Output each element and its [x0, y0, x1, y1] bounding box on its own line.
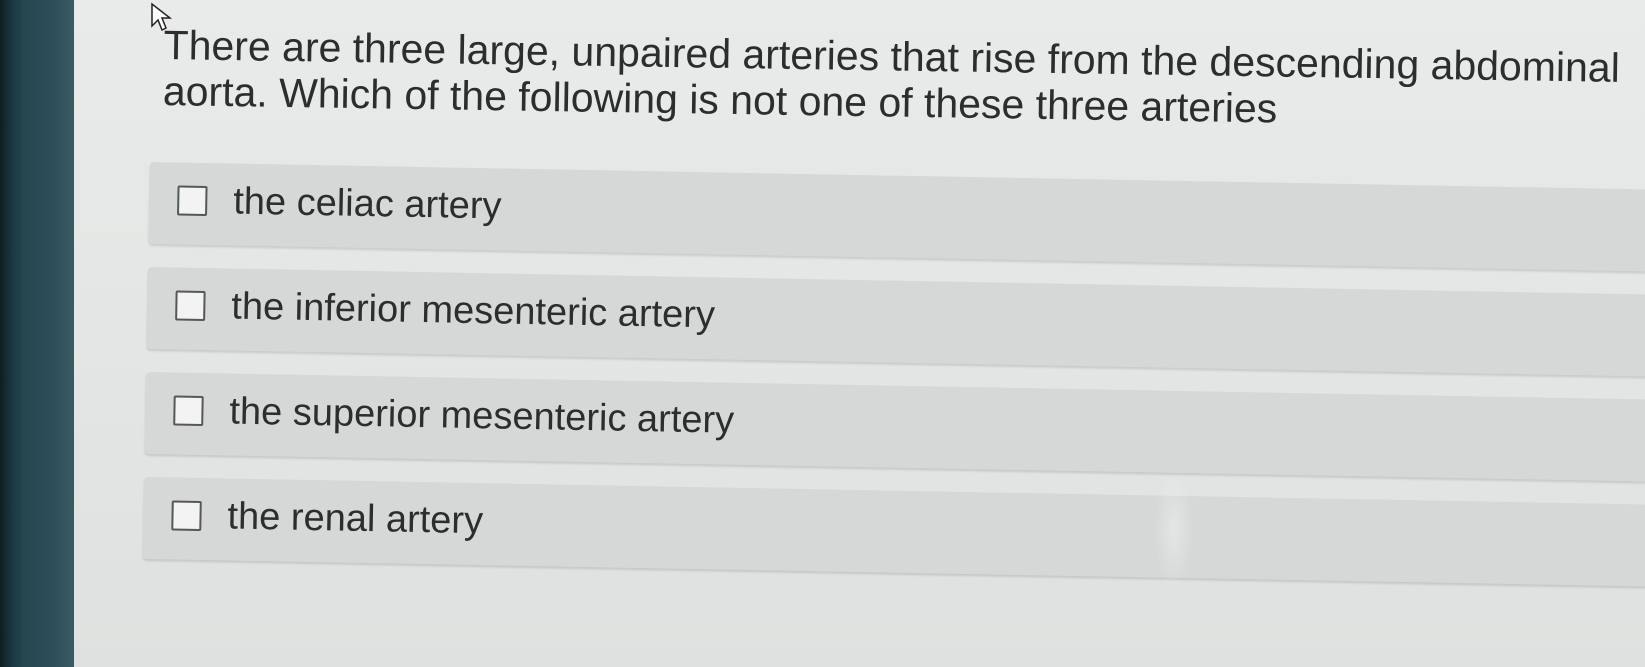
option-label: the superior mesenteric artery: [229, 390, 735, 442]
checkbox[interactable]: [177, 185, 208, 217]
answer-option-superior-mesenteric[interactable]: the superior mesenteric artery: [144, 371, 1645, 483]
window-edge: [22, 0, 74, 667]
checkbox[interactable]: [173, 395, 204, 427]
checkbox[interactable]: [171, 500, 202, 532]
option-label: the celiac artery: [232, 180, 502, 228]
option-label: the renal artery: [227, 495, 484, 543]
monitor-bezel: [0, 0, 22, 667]
answer-option-inferior-mesenteric[interactable]: the inferior mesenteric artery: [146, 266, 1645, 378]
option-label: the inferior mesenteric artery: [230, 285, 716, 337]
answer-option-renal[interactable]: the renal artery: [142, 476, 1645, 588]
question-text: There are three large, unpaired arteries…: [162, 22, 1621, 132]
quiz-screen: There are three large, unpaired arteries…: [74, 0, 1645, 667]
answer-options: the celiac artery the inferior mesenteri…: [142, 162, 1645, 611]
checkbox[interactable]: [175, 290, 206, 322]
answer-option-celiac[interactable]: the celiac artery: [148, 162, 1645, 273]
